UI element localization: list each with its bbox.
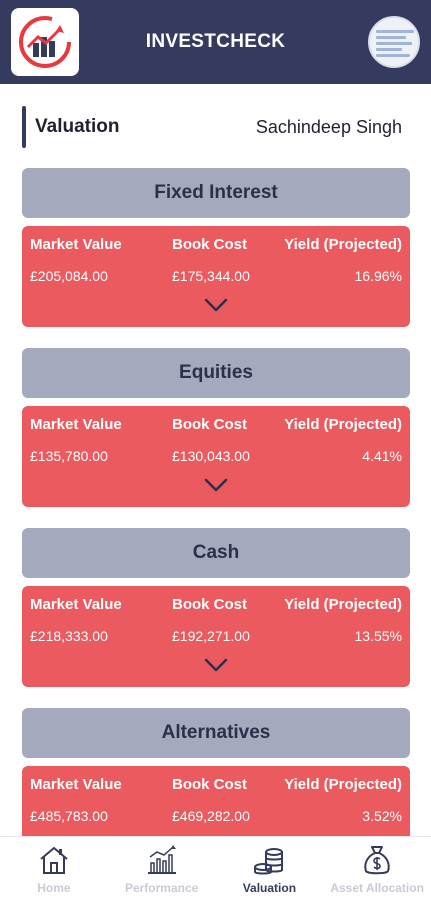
title-accent-bar (22, 106, 26, 148)
section-header[interactable]: Cash (22, 528, 410, 578)
book-cost: £469,282.00 (172, 808, 250, 824)
market-value-label: Market Value (30, 236, 122, 253)
yield-label: Yield (Projected) (284, 416, 402, 433)
page-title: Valuation (35, 116, 120, 137)
app-title: INVESTCHECK (145, 31, 286, 52)
section-header[interactable]: Fixed Interest (22, 168, 410, 218)
asset-section-alternatives: Alternatives Market Value Book Cost Yiel… (0, 700, 431, 836)
yield-value: 16.96% (354, 268, 402, 284)
page-subheader: Valuation Sachindeep Singh (22, 106, 410, 148)
chevron-down-icon[interactable] (204, 478, 228, 492)
market-value: £218,333.00 (30, 628, 108, 644)
section-header[interactable]: Alternatives (22, 708, 410, 758)
section-header[interactable]: Equities (22, 348, 410, 398)
yield-value: 3.52% (362, 808, 402, 824)
nav-label: Home (37, 881, 71, 895)
market-value-label: Market Value (30, 776, 122, 793)
yield-label: Yield (Projected) (284, 776, 402, 793)
valuation-card: Market Value Book Cost Yield (Projected)… (22, 766, 410, 836)
coins-icon (254, 848, 284, 875)
market-value-label: Market Value (30, 596, 122, 613)
valuation-list[interactable]: Fixed Interest Market Value Book Cost Yi… (0, 160, 431, 836)
bottom-nav: Home Performance Valuation Asset Allocat… (0, 836, 431, 900)
app-logo[interactable] (11, 8, 79, 76)
chevron-down-icon[interactable] (204, 298, 228, 312)
market-value-label: Market Value (30, 416, 122, 433)
book-cost-label: Book Cost (172, 596, 247, 613)
book-cost-label: Book Cost (172, 776, 247, 793)
logo-icon (19, 16, 71, 68)
avatar[interactable] (368, 16, 420, 68)
book-cost: £192,271.00 (172, 628, 250, 644)
nav-label: Valuation (242, 881, 297, 895)
nav-label: Performance (124, 881, 199, 895)
valuation-card: Market Value Book Cost Yield (Projected)… (22, 586, 410, 687)
user-name: Sachindeep Singh (255, 116, 402, 137)
yield-value: 4.41% (362, 448, 402, 464)
app-header: INVESTCHECK (0, 0, 431, 84)
nav-item-performance[interactable]: Performance (108, 837, 216, 900)
home-icon (40, 847, 68, 874)
market-value: £135,780.00 (30, 448, 108, 464)
money-bag-icon (364, 846, 390, 875)
valuation-card: Market Value Book Cost Yield (Projected)… (22, 226, 410, 327)
nav-item-home[interactable]: Home (0, 837, 108, 900)
book-cost: £175,344.00 (172, 268, 250, 284)
nav-item-asset-allocation[interactable]: Asset Allocation (323, 837, 431, 900)
asset-section-fixed-interest: Fixed Interest Market Value Book Cost Yi… (0, 160, 431, 340)
book-cost-label: Book Cost (172, 416, 247, 433)
market-value: £205,084.00 (30, 268, 108, 284)
chevron-down-icon[interactable] (204, 658, 228, 672)
market-value: £485,783.00 (30, 808, 108, 824)
yield-label: Yield (Projected) (284, 236, 402, 253)
nav-item-valuation[interactable]: Valuation (216, 837, 324, 900)
book-cost: £130,043.00 (172, 448, 250, 464)
book-cost-label: Book Cost (172, 236, 247, 253)
asset-section-cash: Cash Market Value Book Cost Yield (Proje… (0, 520, 431, 700)
asset-section-equities: Equities Market Value Book Cost Yield (P… (0, 340, 431, 520)
yield-value: 13.55% (354, 628, 402, 644)
chart-icon (147, 845, 176, 874)
valuation-card: Market Value Book Cost Yield (Projected)… (22, 406, 410, 507)
yield-label: Yield (Projected) (284, 596, 402, 613)
nav-label: Asset Allocation (330, 881, 424, 895)
